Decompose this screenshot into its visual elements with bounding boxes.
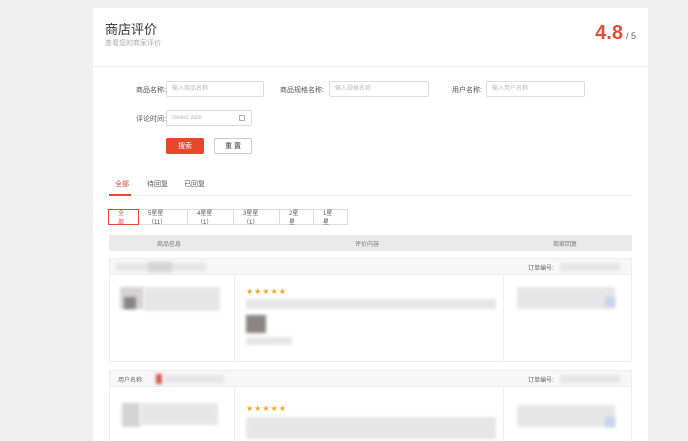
review-stars: ★★★★★ [246,404,287,413]
store-reviews-panel: 商店评价 查看您的商家评价 4.8/ 5 商品名称: 商品规格名称: 用户名称:… [93,8,648,441]
tab-pending-reply[interactable]: 待回复 [147,179,168,189]
reply-status-tabs: 全部 待回复 已回复 [109,173,632,196]
column-product: 商品信息 [157,242,182,248]
rating-filter-4[interactable]: 4星星（1） [187,209,234,226]
rating-filter-group: 全部 5星星（11） 4星星（1） 3星星（1） 2星星 1星星 [108,209,348,226]
column-content: 评价内容 [355,242,380,248]
review-card-header: 用户名称: 订单编号: [110,371,631,387]
page-subtitle: 查看您的商家评价 [105,40,161,47]
column-divider [503,275,504,361]
username-redacted [164,375,224,383]
review-time-label: 评论时间: [136,116,166,123]
review-card: 用户名称: 订单编号: ★★★★★ [109,370,632,441]
product-info-redacted [144,287,220,311]
calendar-icon[interactable] [239,115,245,121]
reviews-table-header: 商品信息 评价内容 商家回复 [109,235,632,251]
review-text-redacted [246,299,496,309]
tab-all[interactable]: 全部 [115,179,129,189]
reply-content-redacted [517,287,615,309]
order-number-redacted [560,263,620,271]
search-button[interactable]: 搜索 [166,138,204,154]
user-avatar-redacted [148,262,172,272]
product-name-label: 商品名称: [136,87,166,94]
column-divider [234,275,235,361]
review-stars: ★★★★★ [246,287,287,296]
score-total: / 5 [625,31,636,41]
active-tab-indicator [109,194,131,196]
spec-name-label: 商品规格名称: [280,87,324,94]
column-divider [234,387,235,441]
order-number-redacted [560,375,620,383]
order-number-label: 订单编号: [528,266,554,272]
review-text-redacted [246,417,496,439]
user-name-label: 用户名称: [118,378,144,384]
product-info-redacted [140,403,218,425]
column-reply: 商家回复 [553,242,578,248]
panel-header: 商店评价 查看您的商家评价 4.8/ 5 [93,8,648,67]
rating-filter-5[interactable]: 5星星（11） [138,209,188,226]
product-image-redacted [124,297,136,309]
rating-filter-2[interactable]: 2星星 [279,209,314,226]
spec-name-input[interactable] [329,81,429,97]
rating-filter-3[interactable]: 3星星（1） [233,209,280,226]
store-score: 4.8/ 5 [595,22,636,45]
order-number-label: 订单编号: [528,378,554,384]
reset-button[interactable]: 重 置 [214,138,252,154]
rating-filter-1[interactable]: 1星星 [313,209,348,226]
reply-action-redacted[interactable] [605,417,615,427]
product-image-redacted[interactable] [122,403,140,427]
page-title: 商店评价 [105,22,158,37]
user-badge-redacted [156,374,162,384]
score-value: 4.8 [595,22,623,44]
review-card: 订单编号: ★★★★★ [109,258,632,362]
review-photo-redacted[interactable] [246,315,266,333]
rating-filter-all[interactable]: 全部 [108,209,139,226]
user-name-label: 用户名称: [452,87,482,94]
review-date-redacted [246,337,292,345]
review-card-header: 订单编号: [110,259,631,275]
reply-content-redacted [517,405,615,427]
user-name-input[interactable] [486,81,585,97]
column-divider [503,387,504,441]
reply-action-redacted[interactable] [605,297,615,307]
product-name-input[interactable] [166,81,264,97]
tab-replied[interactable]: 已回复 [184,179,205,189]
